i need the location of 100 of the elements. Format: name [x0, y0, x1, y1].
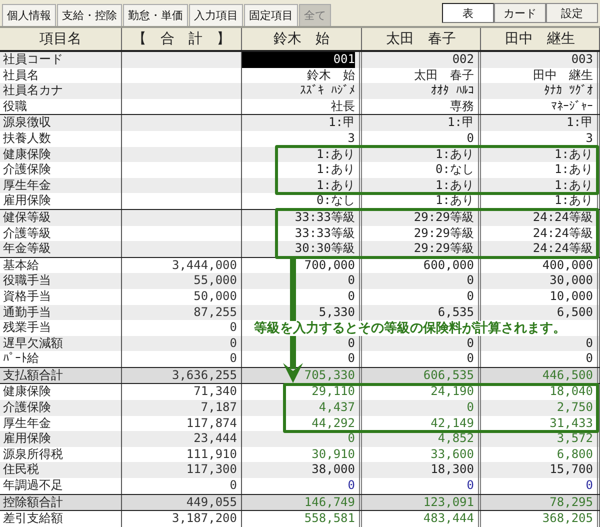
- column-header: 【 合 計 】: [122, 28, 242, 50]
- table-cell: ｽｽﾞｷ ﾊｼﾞﾒ: [300, 83, 355, 98]
- table-cell: 111,910: [186, 446, 237, 461]
- table-cell: 1:あり: [554, 193, 593, 208]
- table-cell: 役職: [0, 98, 122, 114]
- table-cell: 1:あり: [316, 146, 355, 161]
- tab[interactable]: 勤怠・単価: [123, 4, 188, 26]
- table-cell: 田中 継生: [533, 68, 593, 82]
- tab[interactable]: 個人情報: [2, 4, 56, 26]
- table-cell: 0:なし: [316, 193, 355, 208]
- table-cell: 差引支給額: [0, 511, 122, 527]
- table-cell: 6,800: [556, 446, 593, 461]
- table-cell: 24,190: [430, 384, 474, 398]
- table-cell: 0: [466, 478, 474, 492]
- table-cell: 33,600: [430, 446, 474, 461]
- table-cell: 4,437: [318, 400, 355, 414]
- table-cell: 42,149: [430, 416, 474, 430]
- table-cell: 1:甲: [448, 115, 474, 130]
- table-cell: 2,750: [556, 400, 593, 414]
- table-cell: 年調過不足: [0, 478, 122, 494]
- table-cell: 449,055: [186, 494, 237, 509]
- table-cell: 002: [452, 52, 474, 66]
- table-cell: 0: [230, 336, 237, 350]
- table-cell: 705,330: [304, 368, 355, 382]
- table-cell: 368,205: [542, 511, 593, 526]
- table-cell: 55,000: [194, 273, 237, 288]
- table-cell: 6,500: [556, 304, 593, 318]
- table-cell: 支払額合計: [0, 368, 122, 384]
- table-cell: ﾏﾈｰｼﾞｬｰ: [551, 98, 593, 113]
- table-cell: 鈴木 始: [307, 68, 355, 82]
- table-cell: 1:あり: [554, 162, 593, 176]
- column-header: 太田 春子: [362, 28, 481, 50]
- table-cell: 1:あり: [436, 146, 474, 161]
- column-header: 田中 継生: [481, 28, 600, 50]
- table-cell: 400,000: [542, 258, 593, 272]
- table-cell: 30,000: [550, 273, 593, 288]
- table-cell: 1:あり: [554, 178, 593, 192]
- table-cell: 001: [242, 52, 355, 68]
- view-button[interactable]: カード: [494, 3, 546, 23]
- table-cell: 117,874: [186, 416, 237, 430]
- table-cell: 0: [466, 336, 474, 350]
- table-cell: 控除額合計: [0, 494, 122, 510]
- table-cell: 700,000: [304, 258, 355, 272]
- table-cell: 1:あり: [316, 162, 355, 176]
- table-cell: 24:24等級: [532, 241, 593, 256]
- table-cell: 0: [348, 273, 355, 288]
- view-button[interactable]: 設定: [546, 3, 598, 23]
- table-cell: 23,444: [194, 431, 237, 446]
- table-cell: 446,500: [542, 368, 593, 382]
- table-cell: 78,295: [550, 494, 593, 509]
- table-cell: 3,187,200: [172, 511, 237, 526]
- table-cell: 0: [348, 431, 355, 446]
- table-cell: 太田 春子: [414, 68, 474, 82]
- table-cell: 4,852: [438, 431, 474, 446]
- table-cell: 社長: [331, 98, 355, 113]
- table-cell: 0: [586, 478, 593, 492]
- table-cell: 38,000: [312, 462, 355, 476]
- table-cell: 0:なし: [436, 162, 474, 176]
- table-cell: 600,000: [423, 258, 474, 272]
- table-cell: 3: [348, 130, 355, 145]
- table-cell: 123,091: [423, 494, 474, 509]
- table-cell: 44,292: [312, 416, 355, 430]
- table-cell: 10,000: [550, 288, 593, 303]
- table-cell: 0: [466, 288, 474, 303]
- table-cell: 0: [348, 478, 355, 492]
- table-cell: 50,000: [194, 288, 237, 303]
- table-cell: 146,749: [304, 494, 355, 509]
- table-cell: 6,535: [438, 304, 474, 318]
- view-button[interactable]: 表: [442, 3, 494, 23]
- table-cell: 1:甲: [566, 115, 593, 130]
- table-cell: 18,040: [550, 384, 593, 398]
- column-header: 鈴木 始: [242, 28, 362, 50]
- table-cell: 33:33等級: [294, 210, 355, 224]
- table-cell: 29:29等級: [414, 241, 474, 256]
- table-cell: 0: [348, 336, 355, 350]
- table-cell: 年金等級: [0, 241, 122, 257]
- table-cell: 0: [586, 351, 593, 366]
- table-cell: 003: [571, 52, 593, 66]
- table-cell: 29:29等級: [414, 226, 474, 240]
- table-cell: 558,581: [304, 511, 355, 526]
- column-header: 項目名: [0, 28, 122, 50]
- table-cell: ﾊﾟｰﾄ給: [0, 351, 122, 367]
- table-cell: 3,444,000: [172, 258, 237, 272]
- table-cell: 483,444: [423, 511, 474, 526]
- table-cell: 専務: [450, 98, 474, 113]
- table-cell: 7,187: [200, 400, 237, 414]
- table-cell: ｵｵﾀ ﾊﾙｺ: [430, 83, 474, 98]
- table-cell: 0: [466, 273, 474, 288]
- tab[interactable]: 固定項目: [244, 4, 298, 26]
- tab[interactable]: 入力項目: [189, 4, 243, 26]
- table-cell: 0: [230, 320, 237, 334]
- table-cell: 3,636,255: [172, 368, 237, 382]
- table-cell: 33:33等級: [294, 226, 355, 240]
- table-cell: 24:24等級: [532, 226, 593, 240]
- table-cell: 18,300: [430, 462, 474, 476]
- table-cell: 15,700: [550, 462, 593, 476]
- tab[interactable]: 支給・控除: [57, 4, 122, 26]
- table-cell: 5,330: [318, 304, 355, 318]
- table-cell: 3: [586, 130, 593, 145]
- table-cell: 1:あり: [436, 193, 474, 208]
